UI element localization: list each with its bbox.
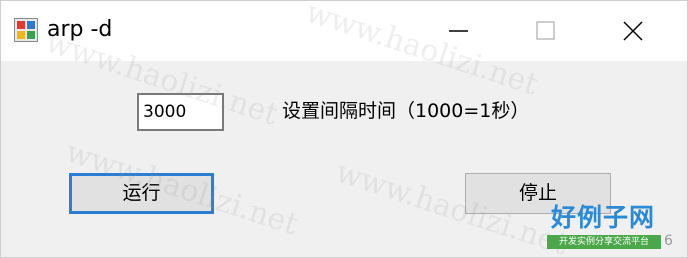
- app-icon: [14, 18, 38, 42]
- logo-text: 好例子网: [550, 203, 655, 232]
- window-title: arp -d: [47, 17, 113, 42]
- watermark-logo: 好例子网 开发实例分享交流平台: [545, 201, 661, 253]
- logo-digit: 6: [664, 233, 673, 249]
- maximize-icon: [536, 21, 555, 40]
- interval-label: 设置间隔时间（1000=1秒）: [282, 100, 530, 122]
- close-icon: [623, 21, 643, 41]
- maximize-button[interactable]: [506, 1, 586, 61]
- close-button[interactable]: [593, 1, 673, 61]
- title-bar[interactable]: arp -d: [1, 1, 687, 61]
- interval-input[interactable]: [137, 93, 224, 131]
- run-button[interactable]: 运行: [69, 173, 214, 214]
- minimize-icon: [449, 30, 468, 32]
- logo-subtext: 开发实例分享交流平台: [547, 235, 661, 249]
- app-window: arp -d 设置间隔时间（1000=1秒） 运行 停止 www.haolizi…: [0, 0, 688, 258]
- minimize-button[interactable]: [419, 1, 499, 61]
